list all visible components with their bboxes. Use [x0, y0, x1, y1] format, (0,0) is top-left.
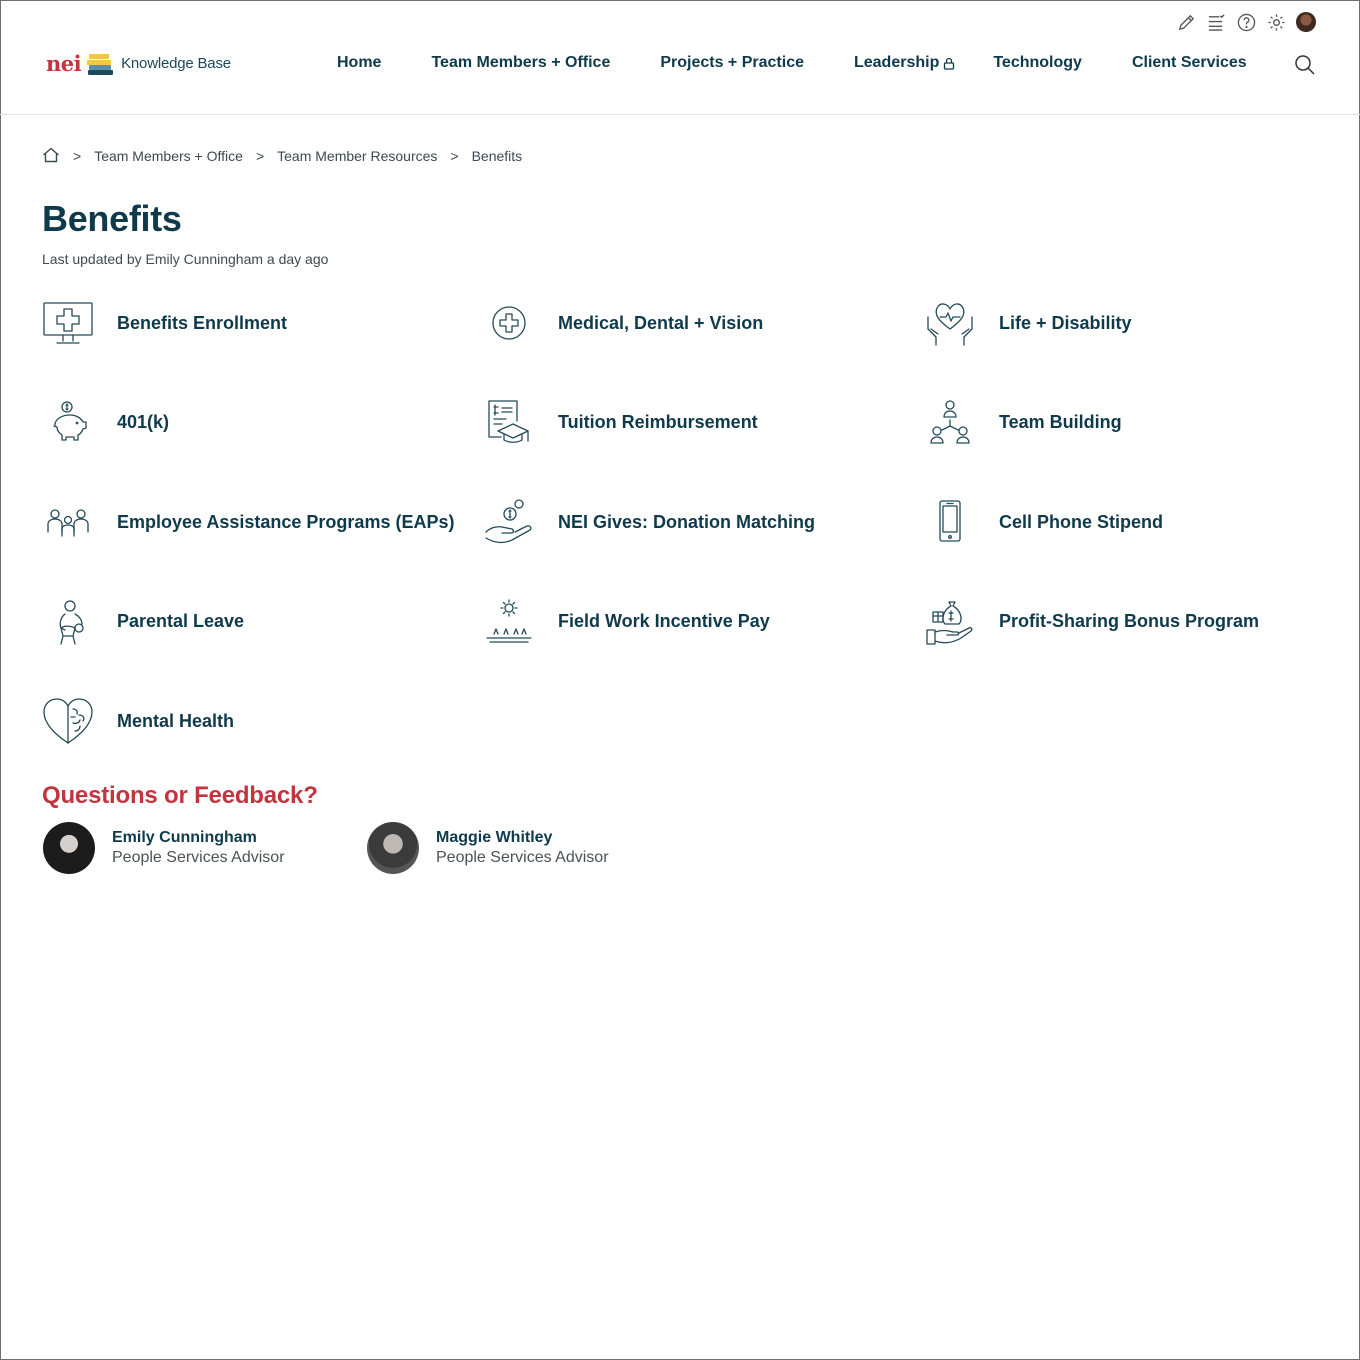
nav-technology[interactable]: Technology [993, 54, 1082, 72]
benefit-card-cell-phone-stipend[interactable]: Cell Phone Stipend [924, 497, 1332, 547]
benefit-card-eaps[interactable]: Employee Assistance Programs (EAPs) [42, 497, 483, 547]
parent-child-icon [42, 597, 94, 647]
benefit-card-parental-leave[interactable]: Parental Leave [42, 597, 483, 647]
lock-icon [944, 57, 955, 70]
hand-coins-icon [483, 497, 535, 547]
home-icon[interactable] [42, 147, 60, 165]
benefit-label: Field Work Incentive Pay [558, 611, 770, 631]
breadcrumb-team-members-office[interactable]: Team Members + Office [94, 148, 243, 164]
benefit-card-medical-dental-vision[interactable]: Medical, Dental + Vision [483, 298, 924, 348]
contact-role: People Services Advisor [112, 849, 285, 866]
logo-text: Knowledge Base [121, 55, 231, 72]
benefits-grid: Benefits Enrollment Medical, Dental + Vi… [42, 298, 1332, 796]
nav-client-services[interactable]: Client Services [1132, 54, 1247, 72]
graduation-cap-document-icon [483, 398, 535, 448]
benefit-card-mental-health[interactable]: Mental Health [42, 696, 483, 746]
benefit-card-benefits-enrollment[interactable]: Benefits Enrollment [42, 298, 483, 348]
list-check-icon[interactable] [1206, 12, 1226, 32]
benefit-card-401k[interactable]: 401(k) [42, 398, 483, 448]
breadcrumb-separator: > [255, 148, 265, 164]
hands-heart-icon [924, 298, 976, 348]
breadcrumb-separator: > [450, 148, 459, 164]
nav-projects-practice[interactable]: Projects + Practice [660, 54, 804, 72]
contacts-list: Emily Cunningham People Services Advisor… [43, 822, 691, 874]
benefit-card-field-work-incentive-pay[interactable]: Field Work Incentive Pay [483, 597, 924, 647]
heart-brain-icon [42, 696, 94, 746]
nav-team-members-office[interactable]: Team Members + Office [431, 54, 610, 72]
last-updated-text: Last updated by Emily Cunningham a day a… [42, 251, 329, 267]
utility-toolbar [1176, 12, 1316, 32]
sun-field-icon [483, 597, 535, 647]
site-logo[interactable]: nei Knowledge Base [46, 51, 231, 76]
benefit-label: Medical, Dental + Vision [558, 312, 764, 333]
page-title: Benefits [42, 198, 182, 239]
benefit-label: Cell Phone Stipend [999, 511, 1164, 532]
avatar [43, 822, 95, 874]
benefit-label: Tuition Reimbursement [558, 412, 758, 432]
feedback-heading: Questions or Feedback? [42, 782, 318, 809]
benefit-label: Benefits Enrollment [117, 312, 288, 333]
people-group-icon [42, 497, 94, 547]
breadcrumb-team-member-resources[interactable]: Team Member Resources [277, 148, 437, 164]
search-icon[interactable] [1294, 54, 1316, 76]
benefit-label: Parental Leave [117, 611, 245, 631]
breadcrumb: > Team Members + Office > Team Member Re… [42, 147, 522, 165]
benefit-label: NEI Gives: Donation Matching [558, 511, 816, 532]
benefit-label: Mental Health [117, 710, 235, 731]
site-header: nei Knowledge Base Home Team Members + O… [0, 0, 1360, 115]
nav-leadership[interactable]: Leadership [854, 54, 955, 72]
books-logo-icon [87, 52, 115, 76]
benefit-label: Team Building [999, 412, 1122, 432]
contact-name: Maggie Whitley [436, 829, 553, 846]
benefit-card-team-building[interactable]: Team Building [924, 398, 1332, 448]
user-avatar[interactable] [1296, 12, 1316, 32]
team-network-icon [924, 398, 976, 448]
benefit-card-nei-gives[interactable]: NEI Gives: Donation Matching [483, 497, 924, 547]
hand-money-bag-icon [924, 597, 976, 647]
contact-card[interactable]: Emily Cunningham People Services Advisor [43, 822, 367, 874]
medical-cross-circle-icon [483, 298, 535, 348]
benefit-card-tuition-reimbursement[interactable]: Tuition Reimbursement [483, 398, 924, 448]
monitor-medical-cross-icon [42, 298, 94, 348]
pencil-icon[interactable] [1176, 12, 1196, 32]
benefit-card-life-disability[interactable]: Life + Disability [924, 298, 1332, 348]
piggy-bank-icon [42, 398, 94, 448]
benefit-card-profit-sharing[interactable]: Profit-Sharing Bonus Program [924, 597, 1332, 647]
help-circle-icon[interactable] [1236, 12, 1256, 32]
benefit-label: Profit-Sharing Bonus Program [999, 611, 1260, 631]
benefit-label: 401(k) [117, 412, 170, 432]
logo-brand: nei [46, 51, 82, 76]
avatar [367, 822, 419, 874]
gear-icon[interactable] [1266, 12, 1286, 32]
contact-card[interactable]: Maggie Whitley People Services Advisor [367, 822, 691, 874]
breadcrumb-current: Benefits [471, 148, 523, 164]
mobile-phone-icon [924, 497, 976, 547]
benefit-label: Employee Assistance Programs (EAPs) [117, 511, 455, 532]
contact-name: Emily Cunningham [112, 829, 257, 846]
main-nav: Home Team Members + Office Projects + Pr… [337, 54, 1247, 72]
contact-role: People Services Advisor [436, 849, 609, 866]
breadcrumb-separator: > [73, 148, 82, 164]
benefit-label: Life + Disability [999, 312, 1132, 333]
nav-home[interactable]: Home [337, 54, 381, 72]
